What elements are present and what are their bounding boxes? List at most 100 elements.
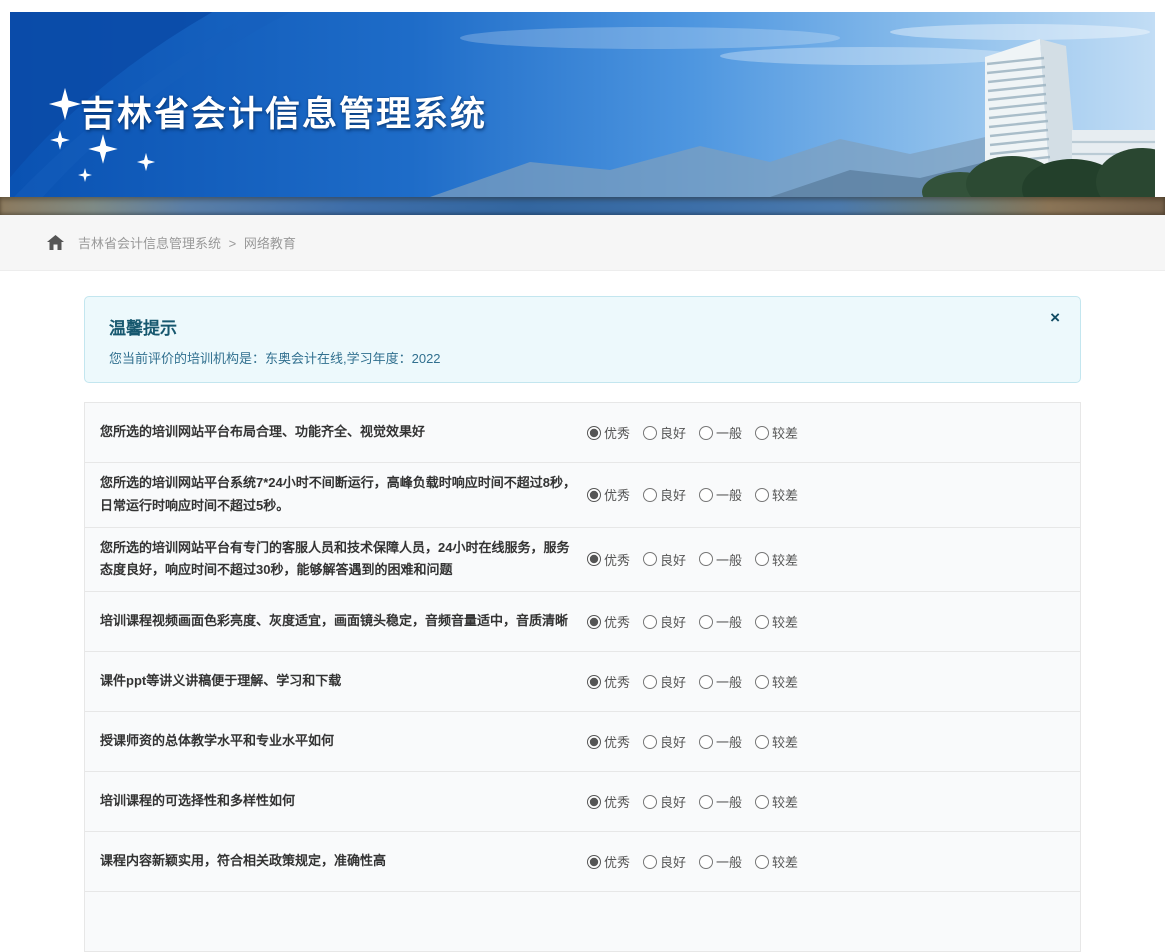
rating-option[interactable]: 良好	[643, 485, 686, 504]
rating-options: 优秀 良好 一般 较差	[587, 792, 798, 811]
rating-options: 优秀良好一般较差	[587, 732, 798, 751]
banner-title: 吉林省会计信息管理系统	[80, 86, 487, 137]
rating-label: 良好	[660, 612, 686, 631]
rating-option[interactable]: 良好	[643, 852, 686, 871]
rating-radio[interactable]	[643, 426, 657, 440]
rating-option[interactable]: 较差	[755, 852, 798, 871]
rating-label: 较差	[772, 612, 798, 631]
question-text: 您所选的培训网站平台布局合理、功能齐全、视觉效果好	[85, 412, 587, 453]
rating-radio[interactable]	[587, 855, 601, 869]
rating-radio[interactable]	[643, 675, 657, 689]
question-text: 您所选的培训网站平台系统7*24小时不间断运行，高峰负载时响应时间不超过8秒，日…	[85, 463, 587, 527]
rating-radio[interactable]	[587, 426, 601, 440]
rating-option[interactable]: 较差	[755, 732, 798, 751]
rating-option[interactable]: 一般	[699, 732, 742, 751]
rating-options: 优秀 良好 一般较差	[587, 672, 798, 691]
question-row: 您所选的培训网站平台系统7*24小时不间断运行，高峰负载时响应时间不超过8秒，日…	[85, 463, 1080, 528]
main-content: 温馨提示 您当前评价的培训机构是：东奥会计在线,学习年度：2022 × 您所选的…	[0, 271, 1165, 952]
rating-radio[interactable]	[755, 735, 769, 749]
banner: 吉林省会计信息管理系统	[10, 12, 1155, 197]
rating-option[interactable]: 优秀	[587, 672, 630, 691]
rating-option[interactable]: 较差	[755, 423, 798, 442]
rating-label: 一般	[716, 792, 742, 811]
rating-option[interactable]: 一般	[699, 550, 742, 569]
rating-option[interactable]: 良好	[643, 612, 686, 631]
rating-radio[interactable]	[699, 735, 713, 749]
rating-label: 较差	[772, 423, 798, 442]
rating-radio[interactable]	[643, 615, 657, 629]
rating-option[interactable]: 优秀	[587, 792, 630, 811]
rating-option[interactable]: 较差	[755, 792, 798, 811]
question-row: 培训课程的可选择性和多样性如何 优秀良好一般较差	[85, 772, 1080, 832]
rating-radio[interactable]	[755, 488, 769, 502]
rating-label: 较差	[772, 792, 798, 811]
rating-label: 良好	[660, 672, 686, 691]
rating-radio[interactable]	[643, 795, 657, 809]
rating-option[interactable]: 一般	[699, 792, 742, 811]
rating-radio[interactable]	[699, 855, 713, 869]
breadcrumb-separator: >	[229, 236, 237, 251]
rating-option[interactable]: 较差	[755, 550, 798, 569]
rating-option[interactable]: 优秀	[587, 732, 630, 751]
rating-option[interactable]: 良好	[643, 550, 686, 569]
breadcrumb: 吉林省会计信息管理系统 > 网络教育	[0, 215, 1165, 271]
rating-radio[interactable]	[643, 855, 657, 869]
rating-radio[interactable]	[587, 675, 601, 689]
rating-option[interactable]: 优秀	[587, 550, 630, 569]
rating-option[interactable]: 一般	[699, 485, 742, 504]
rating-option[interactable]: 优秀	[587, 423, 630, 442]
rating-option[interactable]: 一般	[699, 423, 742, 442]
rating-radio[interactable]	[643, 735, 657, 749]
rating-radio[interactable]	[755, 615, 769, 629]
rating-radio[interactable]	[587, 488, 601, 502]
rating-label: 优秀	[604, 852, 630, 871]
rating-option[interactable]: 较差	[755, 485, 798, 504]
rating-radio[interactable]	[587, 615, 601, 629]
rating-option[interactable]: 一般	[699, 852, 742, 871]
question-row: 课程内容新颖实用，符合相关政策规定，准确性高 优秀良好一般较差	[85, 832, 1080, 892]
rating-radio[interactable]	[699, 795, 713, 809]
rating-option[interactable]: 良好	[643, 792, 686, 811]
rating-option[interactable]: 良好	[643, 423, 686, 442]
question-text: 培训课程视频画面色彩亮度、灰度适宜，画面镜头稳定，音频音量适中，音质清晰	[85, 601, 587, 642]
rating-radio[interactable]	[699, 552, 713, 566]
rating-label: 一般	[716, 672, 742, 691]
rating-option[interactable]: 优秀	[587, 485, 630, 504]
rating-radio[interactable]	[755, 675, 769, 689]
rating-label: 优秀	[604, 612, 630, 631]
rating-radio[interactable]	[755, 552, 769, 566]
rating-label: 优秀	[604, 550, 630, 569]
rating-radio[interactable]	[587, 795, 601, 809]
rating-radio[interactable]	[587, 735, 601, 749]
rating-label: 一般	[716, 423, 742, 442]
rating-radio[interactable]	[699, 426, 713, 440]
question-text: 您所选的培训网站平台有专门的客服人员和技术保障人员，24小时在线服务，服务态度良…	[85, 528, 587, 592]
rating-option[interactable]: 良好	[643, 672, 686, 691]
rating-radio[interactable]	[755, 795, 769, 809]
rating-option[interactable]: 优秀	[587, 612, 630, 631]
rating-label: 良好	[660, 792, 686, 811]
rating-radio[interactable]	[699, 675, 713, 689]
home-icon[interactable]	[47, 235, 64, 250]
question-row	[85, 892, 1080, 952]
question-row: 您所选的培训网站平台有专门的客服人员和技术保障人员，24小时在线服务，服务态度良…	[85, 528, 1080, 593]
breadcrumb-system[interactable]: 吉林省会计信息管理系统	[78, 236, 221, 251]
rating-radio[interactable]	[699, 488, 713, 502]
rating-radio[interactable]	[699, 615, 713, 629]
rating-option[interactable]: 较差	[755, 612, 798, 631]
rating-option[interactable]: 一般	[699, 612, 742, 631]
rating-radio[interactable]	[643, 488, 657, 502]
notice-box: 温馨提示 您当前评价的培训机构是：东奥会计在线,学习年度：2022 ×	[84, 296, 1081, 383]
rating-label: 一般	[716, 852, 742, 871]
rating-radio[interactable]	[755, 855, 769, 869]
rating-option[interactable]: 良好	[643, 732, 686, 751]
rating-radio[interactable]	[755, 426, 769, 440]
rating-option[interactable]: 较差	[755, 672, 798, 691]
rating-option[interactable]: 优秀	[587, 852, 630, 871]
rating-radio[interactable]	[587, 552, 601, 566]
question-row: 您所选的培训网站平台布局合理、功能齐全、视觉效果好 优秀良好 一般 较差	[85, 403, 1080, 463]
rating-radio[interactable]	[643, 552, 657, 566]
breadcrumb-text: 吉林省会计信息管理系统 > 网络教育	[78, 233, 296, 252]
rating-option[interactable]: 一般	[699, 672, 742, 691]
close-icon[interactable]: ×	[1046, 307, 1064, 328]
